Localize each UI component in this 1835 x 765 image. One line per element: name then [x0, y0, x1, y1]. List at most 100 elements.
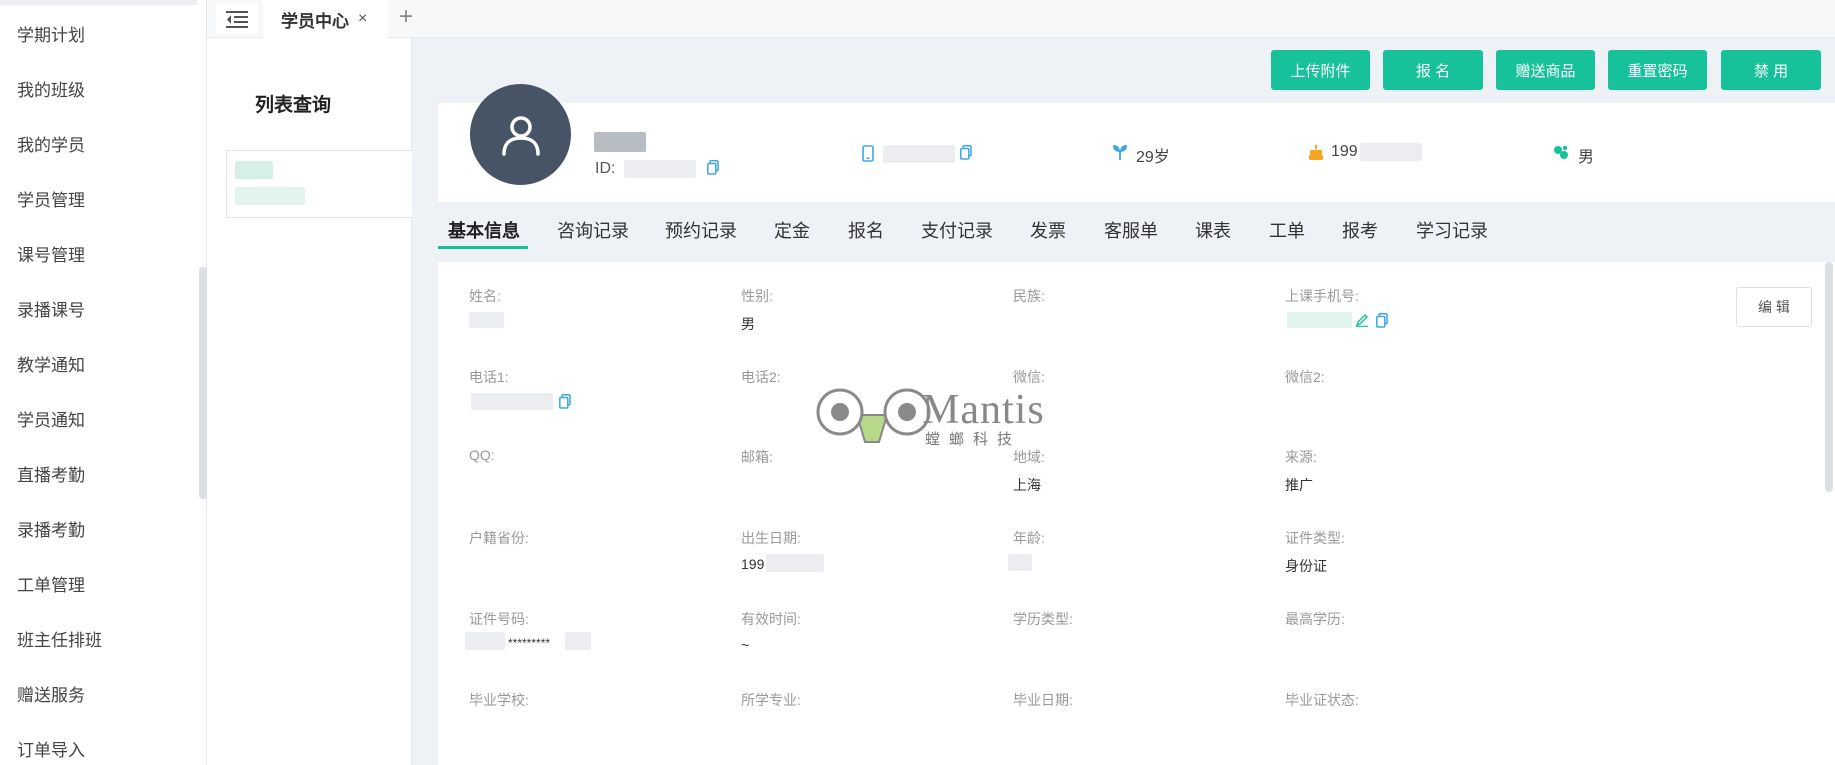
sidebar-item-live-attendance[interactable]: 直播考勤 [17, 461, 85, 486]
student-list-item[interactable] [226, 150, 412, 218]
sidebar-item-order-import[interactable]: 订单导入 [17, 736, 85, 761]
tab-study-records[interactable]: 学习记录 [1416, 217, 1488, 243]
sidebar-item-student-management[interactable]: 学员管理 [17, 186, 85, 211]
watermark-name: Mantis [922, 387, 1045, 433]
blurred-mobile-number [883, 145, 955, 163]
tab-basic-info[interactable]: 基本信息 [448, 217, 520, 243]
field-label-major: 所学专业: [741, 692, 801, 708]
field-label-highest-education: 最高学历: [1285, 611, 1345, 627]
blurred-student-id [624, 160, 696, 178]
field-label-graduation-date: 毕业日期: [1013, 692, 1073, 708]
student-id-label: ID: [595, 160, 616, 177]
blurred-class-phone [1287, 312, 1352, 328]
copy-icon[interactable] [960, 145, 972, 160]
sidebar-item-my-classes[interactable]: 我的班级 [17, 76, 85, 101]
close-icon[interactable]: × [358, 10, 367, 28]
tab-student-center[interactable]: 学员中心 × [263, 0, 388, 38]
gift-product-button[interactable]: 赠送商品 [1496, 50, 1595, 90]
blurred-birth-date-value [766, 554, 824, 572]
tab-exam-registration[interactable]: 报考 [1342, 217, 1378, 243]
sidebar-item-student-notice[interactable]: 学员通知 [17, 406, 85, 431]
field-label-region: 地域: [1013, 449, 1045, 465]
tab-invoice[interactable]: 发票 [1030, 217, 1066, 243]
copy-icon[interactable] [1376, 313, 1388, 328]
field-label-phone2: 电话2: [741, 369, 781, 385]
basic-info-panel [438, 262, 1835, 765]
field-label-email: 邮箱: [741, 449, 773, 465]
active-tab-indicator [438, 246, 528, 249]
field-label-ethnicity: 民族: [1013, 288, 1045, 304]
field-label-graduate-school: 毕业学校: [469, 692, 529, 708]
birthday-cake-icon [1309, 145, 1323, 160]
field-label-id-number: 证件号码: [469, 611, 529, 627]
field-value-birth-date-prefix: 199 [741, 556, 765, 572]
edit-button[interactable]: 编 辑 [1736, 287, 1812, 327]
mobile-phone-icon [862, 145, 874, 162]
edit-pencil-icon[interactable] [1355, 313, 1369, 327]
sidebar-item-my-students[interactable]: 我的学员 [17, 131, 85, 156]
upload-attachment-button[interactable]: 上传附件 [1271, 50, 1370, 90]
field-label-wechat2: 微信2: [1285, 369, 1325, 385]
field-label-qq: QQ: [469, 447, 495, 463]
tab-payment-records[interactable]: 支付记录 [921, 217, 993, 243]
copy-icon[interactable] [559, 394, 571, 409]
blurred-id-suffix [565, 632, 591, 650]
tab-service-tickets[interactable]: 客服单 [1104, 217, 1158, 243]
tab-consultation-records[interactable]: 咨询记录 [557, 217, 629, 243]
field-value-valid-period: ~ [741, 637, 750, 653]
sidebar-item-recorded-attendance[interactable]: 录播考勤 [17, 516, 85, 541]
blurred-birth-date [1360, 143, 1422, 161]
sidebar-item-ticket-management[interactable]: 工单管理 [17, 571, 85, 596]
field-label-education-type: 学历类型: [1013, 611, 1073, 627]
user-icon [501, 115, 540, 156]
sprout-icon [1113, 145, 1127, 160]
content-scrollbar[interactable] [1825, 262, 1833, 492]
copy-icon[interactable] [707, 160, 719, 175]
tab-bar: 学员中心 × + [207, 0, 1835, 38]
tab-appointment-records[interactable]: 预约记录 [665, 217, 737, 243]
blurred-id-prefix [465, 632, 505, 650]
field-label-gender: 性别: [741, 288, 773, 304]
add-tab-icon[interactable]: + [399, 2, 413, 32]
disable-button[interactable]: 禁 用 [1721, 50, 1821, 90]
watermark-subtitle: 螳螂科技 [925, 431, 1022, 448]
field-label-name: 姓名: [469, 288, 501, 304]
tab-deposit[interactable]: 定金 [774, 217, 810, 243]
blurred-age-value [1008, 554, 1032, 571]
tab-schedule[interactable]: 课表 [1195, 217, 1231, 243]
field-label-source: 来源: [1285, 449, 1317, 465]
tab-enrollment[interactable]: 报名 [848, 217, 884, 243]
student-gender: 男 [1578, 149, 1595, 166]
gender-icon [1554, 145, 1568, 159]
list-panel-title: 列表查询 [255, 95, 332, 116]
enroll-button[interactable]: 报 名 [1383, 50, 1483, 90]
field-value-gender: 男 [741, 316, 755, 332]
field-label-wechat: 微信: [1013, 369, 1045, 385]
birth-date-prefix: 199 [1331, 143, 1358, 160]
field-label-phone1: 电话1: [469, 369, 509, 385]
avatar [470, 84, 571, 185]
sidebar-item-course-code-management[interactable]: 课号管理 [17, 241, 85, 266]
menu-fold-icon [226, 11, 248, 28]
field-value-id-type: 身份证 [1285, 558, 1327, 574]
field-label-diploma-status: 毕业证状态: [1285, 692, 1359, 708]
sidebar-item-recorded-course-code[interactable]: 录播课号 [17, 296, 85, 321]
sidebar-scrollbar[interactable] [199, 267, 207, 499]
field-label-class-phone: 上课手机号: [1285, 288, 1359, 304]
blurred-student-name [594, 132, 646, 152]
sidebar-item-gift-service[interactable]: 赠送服务 [17, 681, 85, 706]
sidebar-item-teaching-notice[interactable]: 教学通知 [17, 351, 85, 376]
menu-collapse-button[interactable] [216, 4, 258, 34]
sidebar-item-head-teacher-schedule[interactable]: 班主任排班 [17, 626, 102, 651]
sidebar-item-semester-plan[interactable]: 学期计划 [17, 21, 85, 46]
list-panel: 列表查询 [207, 38, 412, 765]
tab-student-center-label: 学员中心 [281, 11, 349, 31]
tab-work-orders[interactable]: 工单 [1269, 217, 1305, 243]
sidebar: 学期计划 我的班级 我的学员 学员管理 课号管理 录播课号 教学通知 学员通知 … [0, 0, 207, 765]
reset-password-button[interactable]: 重置密码 [1608, 50, 1707, 90]
blurred-name-value [469, 312, 504, 328]
field-label-household-province: 户籍省份: [469, 530, 529, 546]
field-value-id-number-masked: ********* [508, 636, 551, 650]
blurred-phone [235, 187, 305, 205]
blurred-name [235, 161, 273, 179]
